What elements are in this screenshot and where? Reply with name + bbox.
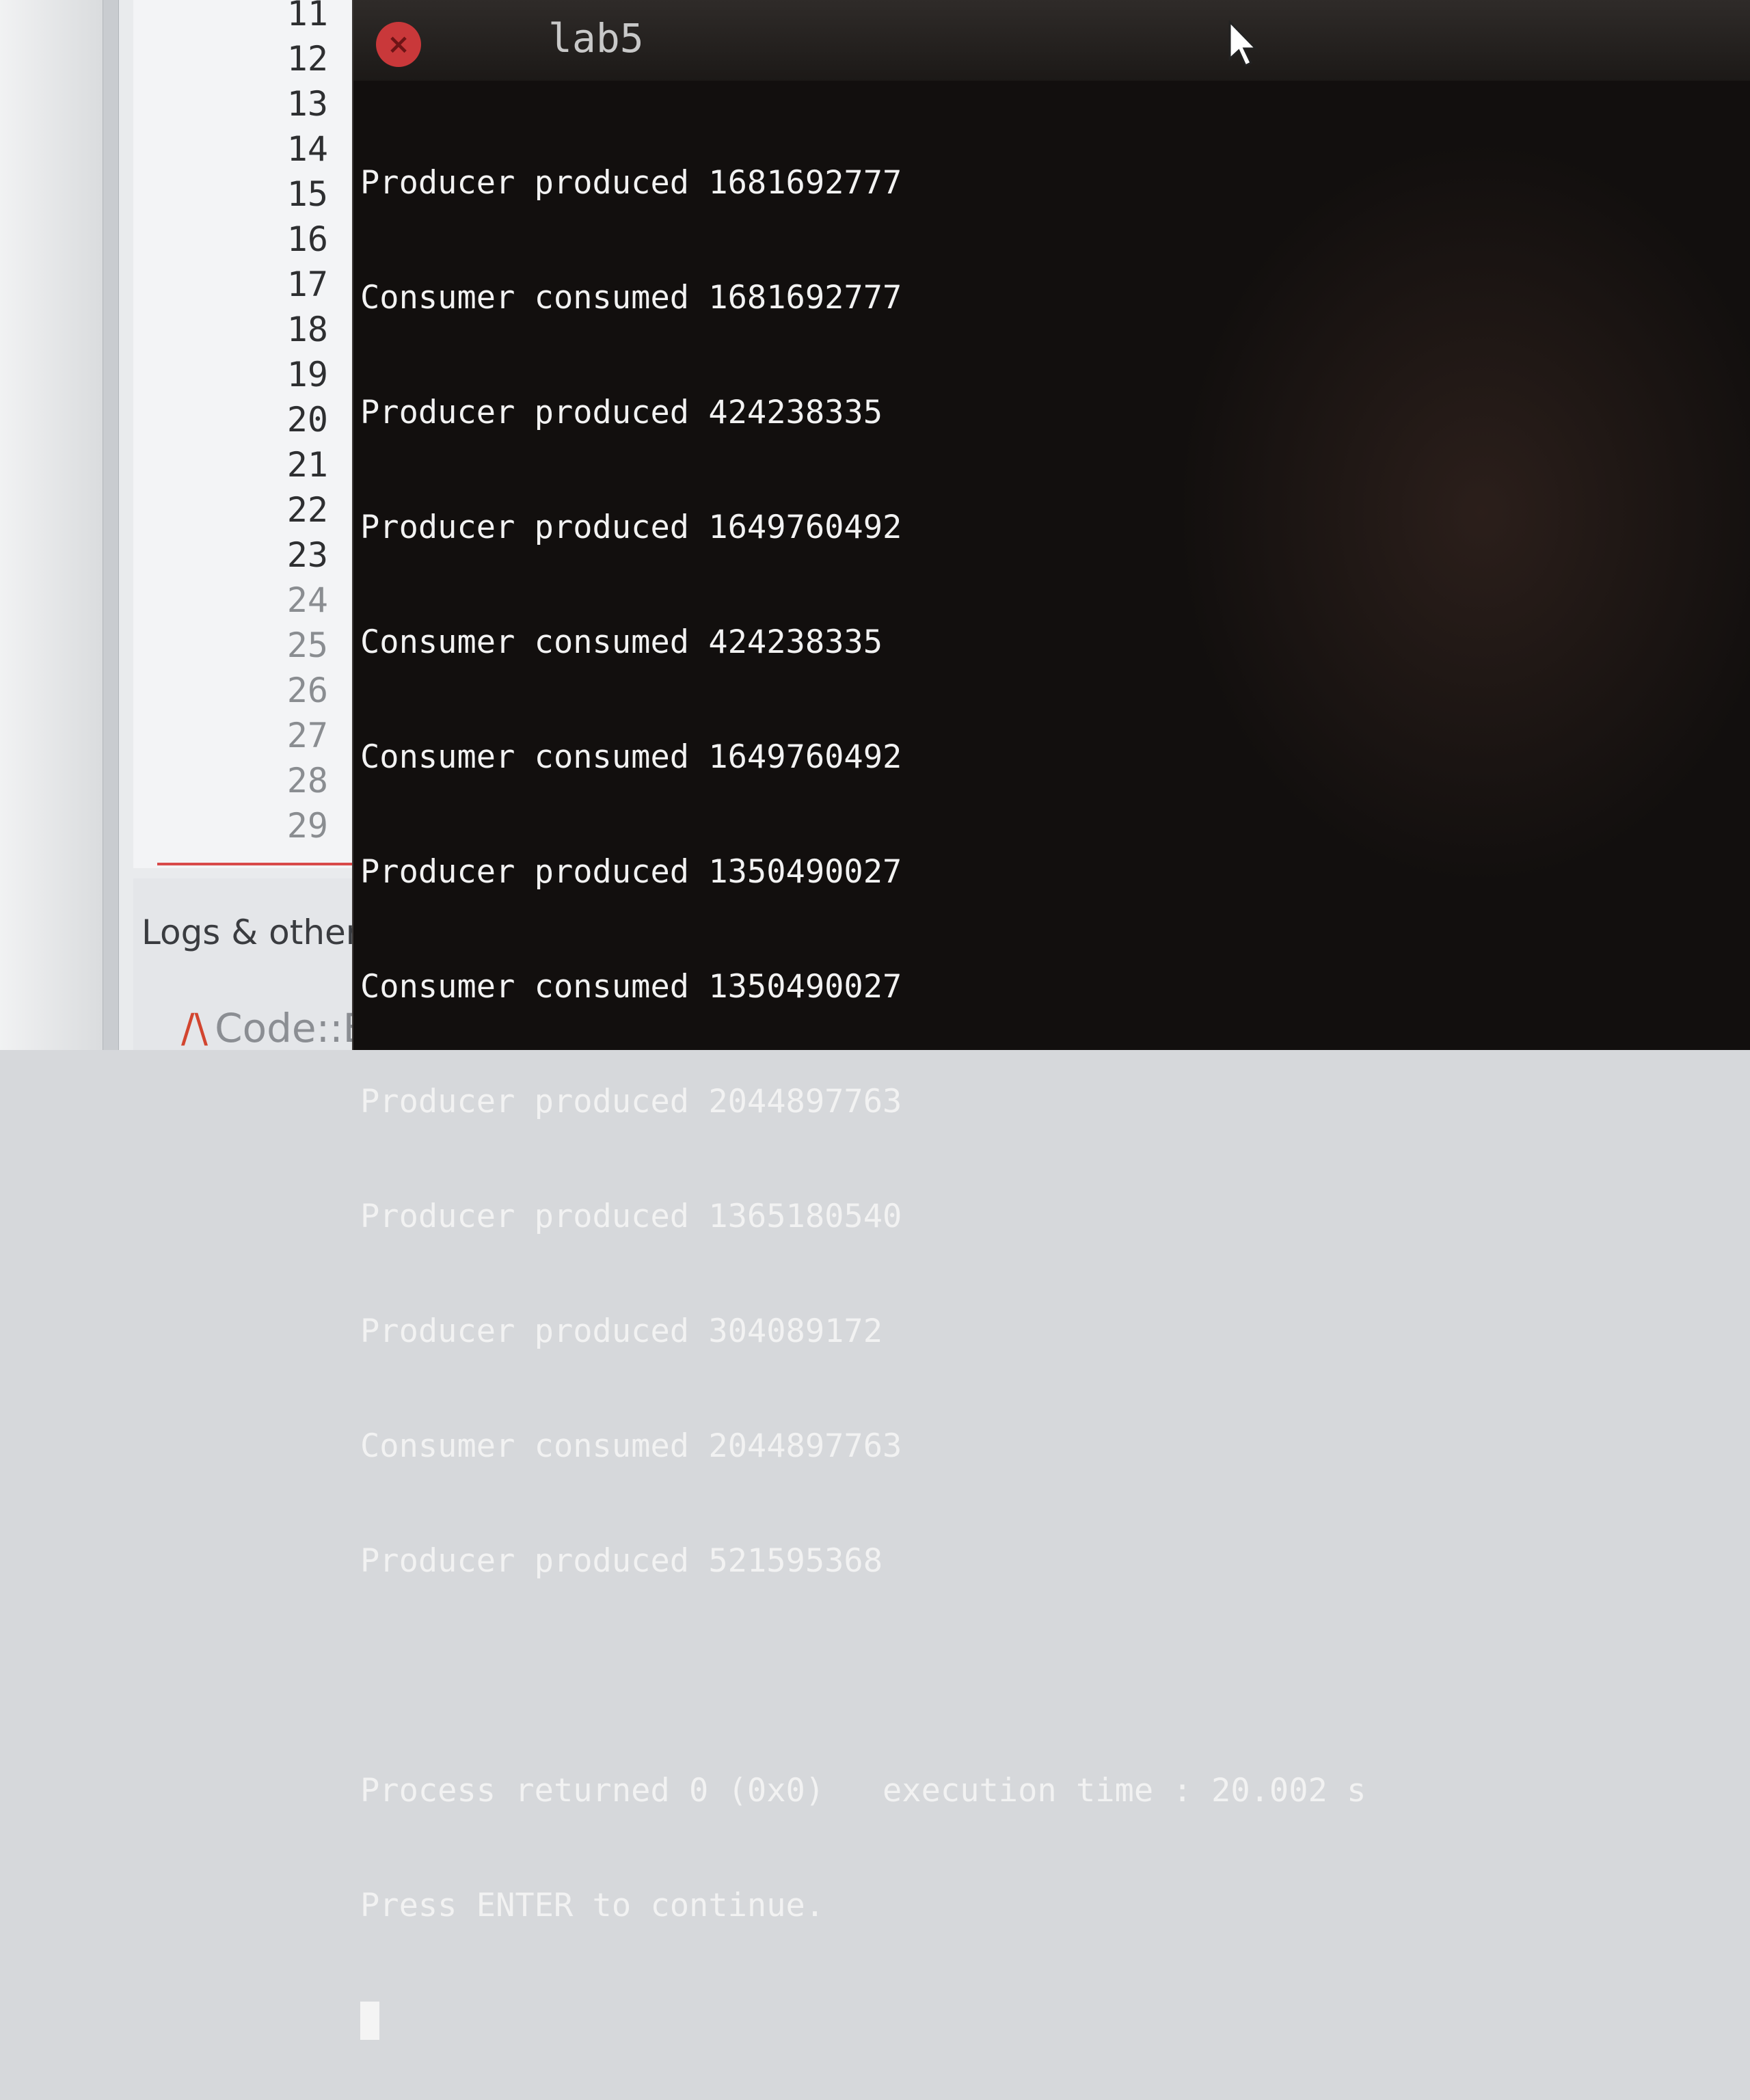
process-status-line: Process returned 0 (0x0) execution time … bbox=[360, 1772, 1367, 1809]
line-number: 23 bbox=[286, 535, 328, 575]
output-line: Consumer consumed 1649760492 bbox=[360, 738, 902, 776]
line-number: 13 bbox=[286, 84, 328, 124]
line-number: 12 bbox=[286, 39, 328, 79]
output-line: Producer produced 1681692777 bbox=[360, 164, 902, 202]
text-cursor bbox=[360, 2002, 379, 2040]
output-line: Producer produced 1350490027 bbox=[360, 853, 902, 891]
terminal-window[interactable]: × lab5 Producer produced 1681692777 Cons… bbox=[352, 0, 1750, 2040]
codeblocks-log-tab[interactable]: /\ Code::B bbox=[181, 1005, 370, 1051]
output-line: Producer produced 1649760492 bbox=[360, 509, 902, 546]
line-number: 14 bbox=[286, 129, 328, 169]
line-number: 16 bbox=[286, 219, 328, 259]
output-line: Producer produced 304089172 bbox=[360, 1312, 883, 1350]
line-number: 21 bbox=[286, 445, 328, 485]
title-bar[interactable]: × lab5 bbox=[353, 0, 1750, 81]
line-number: 26 bbox=[286, 671, 328, 710]
warning-icon: /\ bbox=[181, 1005, 208, 1051]
output-line: Producer produced 1365180540 bbox=[360, 1198, 902, 1235]
output-line: Consumer consumed 2044897763 bbox=[360, 1427, 902, 1465]
logs-tab[interactable]: Logs & others bbox=[142, 913, 377, 952]
window-title: lab5 bbox=[548, 15, 644, 62]
line-number: 17 bbox=[286, 265, 328, 304]
output-line: Consumer consumed 1350490027 bbox=[360, 968, 902, 1006]
line-number: 19 bbox=[286, 355, 328, 394]
mouse-pointer-icon bbox=[1228, 21, 1258, 68]
close-button[interactable]: × bbox=[376, 22, 421, 67]
continue-prompt: Press ENTER to continue. bbox=[360, 1887, 825, 1924]
cursor-line bbox=[360, 2002, 1727, 2040]
output-line: Producer produced 521595368 bbox=[360, 1542, 883, 1580]
output-line: Consumer consumed 1681692777 bbox=[360, 279, 902, 317]
line-number: 15 bbox=[286, 174, 328, 214]
console-output[interactable]: Producer produced 1681692777 Consumer co… bbox=[360, 88, 1727, 2100]
line-number: 24 bbox=[286, 580, 328, 620]
right-margin-line bbox=[157, 863, 383, 865]
codeblocks-tab-label: Code::B bbox=[215, 1005, 371, 1051]
line-number: 20 bbox=[286, 400, 328, 440]
output-line: Consumer consumed 424238335 bbox=[360, 623, 883, 661]
close-icon: × bbox=[387, 29, 410, 60]
line-number: 18 bbox=[286, 310, 328, 349]
line-number: 28 bbox=[286, 761, 328, 800]
output-line: Producer produced 2044897763 bbox=[360, 1083, 902, 1120]
panel-splitter[interactable] bbox=[103, 0, 119, 1050]
line-number: 22 bbox=[286, 490, 328, 530]
output-line: Producer produced 424238335 bbox=[360, 394, 883, 431]
line-number: 11 bbox=[286, 0, 328, 33]
line-number: 27 bbox=[286, 716, 328, 755]
line-number: 25 bbox=[286, 625, 328, 665]
line-number: 29 bbox=[286, 806, 328, 846]
ide-left-panel bbox=[0, 0, 103, 1050]
